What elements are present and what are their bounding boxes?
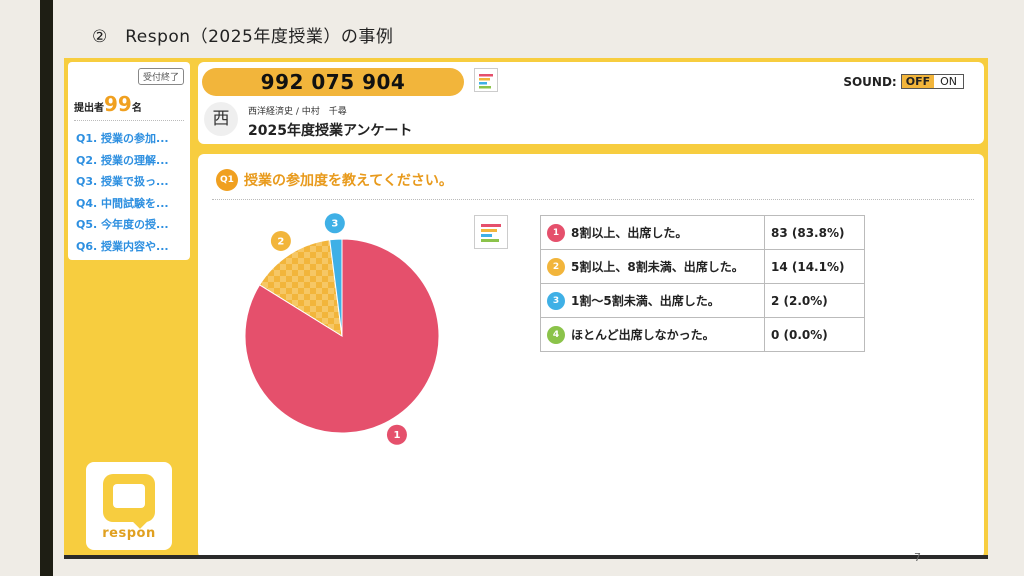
pie-slice-label-1: 1 <box>393 430 400 441</box>
question-link-q5[interactable]: Q5. 今年度の授... <box>76 214 169 236</box>
option-number-badge: 3 <box>547 291 565 310</box>
question-link-q2[interactable]: Q2. 授業の理解... <box>76 150 169 172</box>
pie-slice-label-3: 3 <box>331 219 338 230</box>
survey-title: 2025年度授業アンケート <box>248 123 413 139</box>
question-text: 授業の参加度を教えてください。 <box>244 173 453 189</box>
option-number-badge: 2 <box>547 257 565 276</box>
slide-left-bar <box>40 0 53 576</box>
option-label: 1割〜5割未満、出席した。 <box>571 293 720 308</box>
sound-label: SOUND: <box>843 74 897 89</box>
avatar: 西 <box>204 102 238 136</box>
question-link-q3[interactable]: Q3. 授業で扱っ... <box>76 171 169 193</box>
submitter-count: 提出者99名 <box>74 92 142 116</box>
table-row: 1 8割以上、出席した。 83 (83.8%) <box>540 215 865 250</box>
sound-toggle[interactable]: OFF ON <box>900 74 964 89</box>
option-value: 2 (2.0%) <box>764 283 865 318</box>
course-name: 西洋経済史 / 中村 千尋 <box>248 107 347 117</box>
pie-chart: 1 2 3 <box>244 213 440 445</box>
chart-view-icon[interactable] <box>474 68 498 92</box>
option-value: 0 (0.0%) <box>764 317 865 352</box>
slide-title: ② Respon（2025年度授業）の事例 <box>92 27 394 47</box>
option-label: 5割以上、8割未満、出席した。 <box>571 259 744 274</box>
option-label: ほとんど出席しなかった。 <box>571 327 715 342</box>
respon-screenshot: 受付終了 提出者99名 Q1. 授業の参加... Q2. 授業の理解... Q3… <box>64 58 988 558</box>
option-number-badge: 1 <box>547 223 565 242</box>
respon-logo-text: respon <box>102 526 156 541</box>
results-table: 1 8割以上、出席した。 83 (83.8%) 2 5割以上、8割未満、出席した… <box>540 215 865 352</box>
closed-badge: 受付終了 <box>137 68 184 85</box>
sound-off-button[interactable]: OFF <box>901 75 935 88</box>
respon-logo-icon <box>103 474 155 529</box>
table-row: 2 5割以上、8割未満、出席した。 14 (14.1%) <box>540 249 865 284</box>
page-number: 7 <box>914 551 921 564</box>
table-row: 4 ほとんど出席しなかった。 0 (0.0%) <box>540 317 865 352</box>
pie-slice-label-2: 2 <box>277 236 284 247</box>
question-link-q6[interactable]: Q6. 授業内容や... <box>76 236 169 258</box>
sound-control: SOUND: OFF ON <box>843 74 964 89</box>
submitters-number: 99 <box>104 92 132 116</box>
session-header: 992 075 904 SOUND: OFF ON 西 西洋経済史 / 中村 千… <box>198 62 984 144</box>
legend-view-icon[interactable] <box>474 215 508 249</box>
sidebar-divider <box>74 120 184 121</box>
question-link-q1[interactable]: Q1. 授業の参加... <box>76 128 169 150</box>
question-list: Q1. 授業の参加... Q2. 授業の理解... Q3. 授業で扱っ... Q… <box>76 128 169 257</box>
sound-on-button[interactable]: ON <box>934 75 963 88</box>
option-value: 83 (83.8%) <box>764 215 865 250</box>
submitters-label: 提出者 <box>74 103 104 114</box>
sidebar: 受付終了 提出者99名 Q1. 授業の参加... Q2. 授業の理解... Q3… <box>68 62 190 260</box>
question-panel: Q1 授業の参加度を教えてください。 1 2 3 1 8割以上、出席した。 83 (… <box>198 154 984 558</box>
session-code: 992 075 904 <box>202 68 464 96</box>
option-number-badge: 4 <box>547 325 565 344</box>
question-link-q4[interactable]: Q4. 中間試験を... <box>76 193 169 215</box>
question-divider <box>212 199 974 200</box>
option-label: 8割以上、出席した。 <box>571 225 688 240</box>
option-value: 14 (14.1%) <box>764 249 865 284</box>
table-row: 3 1割〜5割未満、出席した。 2 (2.0%) <box>540 283 865 318</box>
respon-logo: respon <box>86 462 172 550</box>
screenshot-bottom-border <box>64 555 988 559</box>
question-number-badge: Q1 <box>216 169 238 191</box>
submitters-suffix: 名 <box>131 103 142 114</box>
